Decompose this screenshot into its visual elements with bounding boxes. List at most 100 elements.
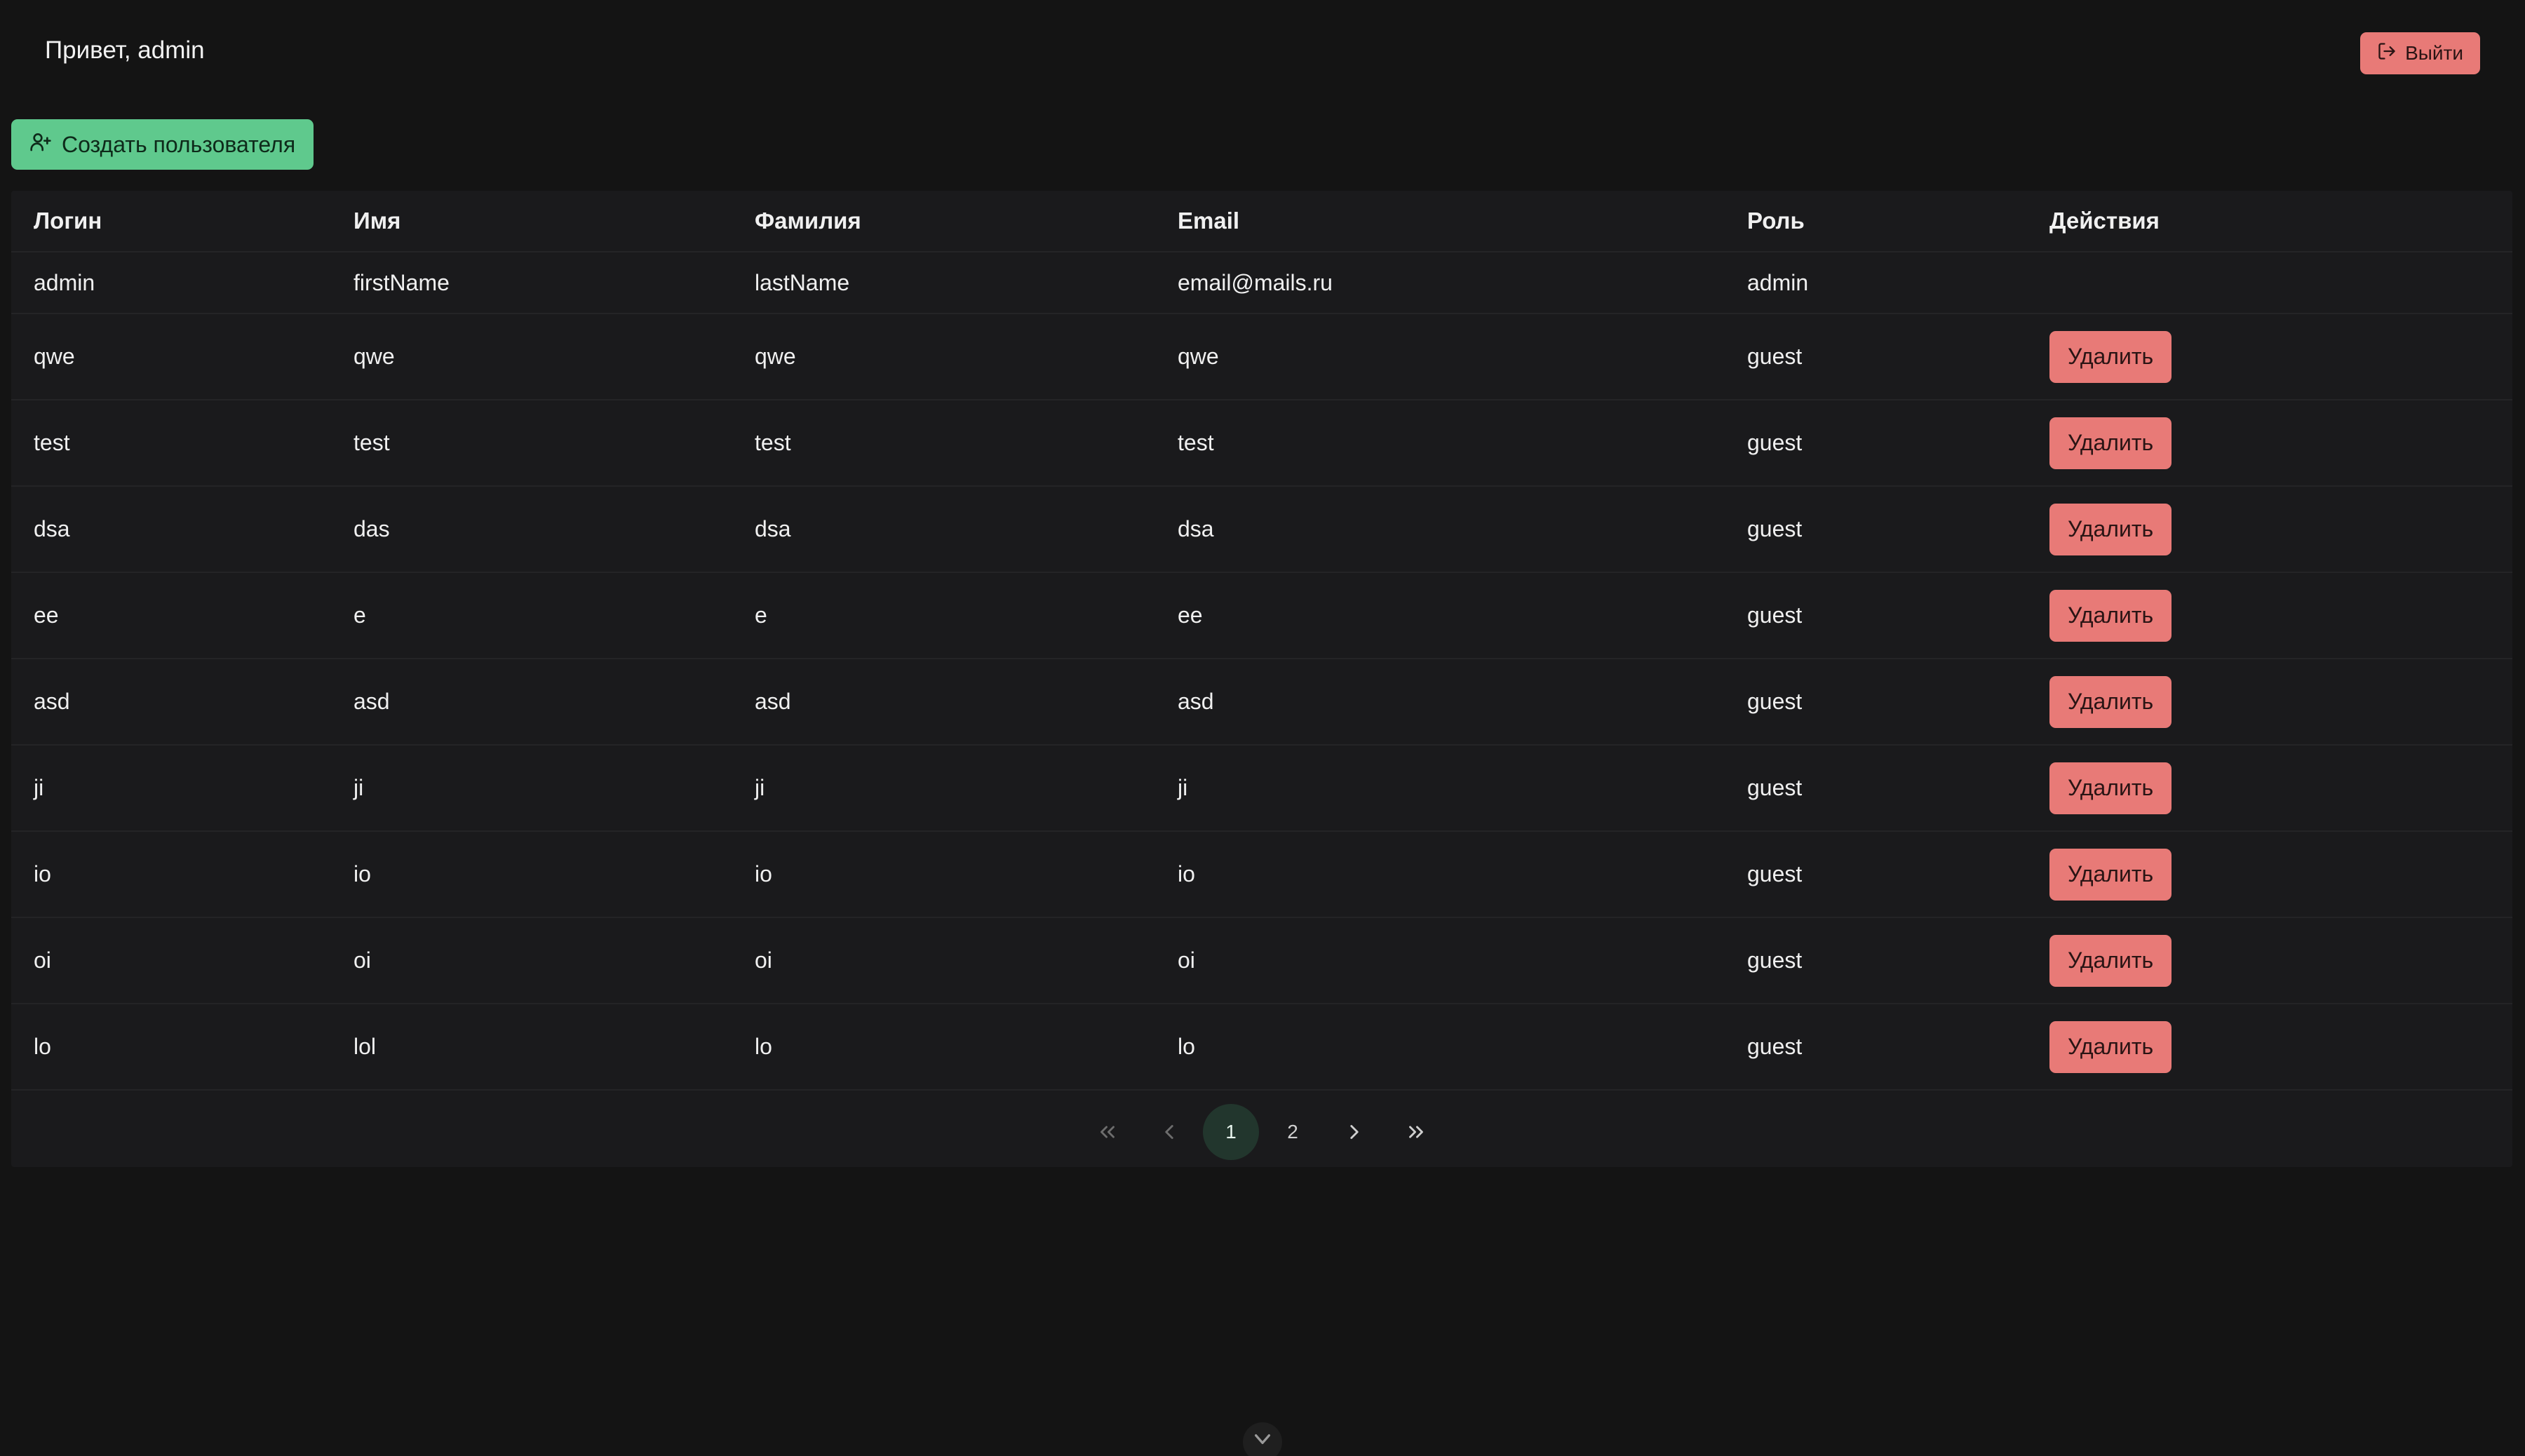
column-header-role: Роль	[1725, 191, 2027, 252]
cell-email: oi	[1155, 917, 1725, 1004]
cell-role: guest	[1725, 831, 2027, 918]
column-header-last-name: Фамилия	[732, 191, 1155, 252]
column-header-login: Логин	[11, 191, 331, 252]
cell-email: test	[1155, 400, 1725, 487]
logout-button[interactable]: Выйти	[2360, 32, 2480, 74]
delete-button[interactable]: Удалить	[2049, 503, 2172, 555]
cell-email: ji	[1155, 745, 1725, 832]
cell-first-name: asd	[331, 659, 732, 746]
cell-login: oi	[11, 917, 331, 1004]
cell-actions: Удалить	[2027, 831, 2512, 918]
delete-button[interactable]: Удалить	[2049, 934, 2172, 987]
cell-actions: Удалить	[2027, 314, 2512, 400]
column-header-actions: Действия	[2027, 191, 2512, 252]
cell-role: guest	[1725, 572, 2027, 659]
cell-login: dsa	[11, 486, 331, 573]
create-user-label: Создать пользователя	[62, 131, 296, 157]
cell-email: qwe	[1155, 314, 1725, 400]
pagination: 1 2	[11, 1100, 2512, 1164]
cell-actions	[2027, 252, 2512, 314]
cell-last-name: qwe	[732, 314, 1155, 400]
cell-role: guest	[1725, 745, 2027, 832]
cell-first-name: io	[331, 831, 732, 918]
cell-first-name: oi	[331, 917, 732, 1004]
cell-last-name: oi	[732, 917, 1155, 1004]
delete-button[interactable]: Удалить	[2049, 417, 2172, 469]
admin-page: Привет, admin Выйти Создать пользователя	[0, 0, 2525, 1456]
cell-first-name: lol	[331, 1004, 732, 1091]
cell-role: guest	[1725, 400, 2027, 487]
cell-actions: Удалить	[2027, 745, 2512, 832]
table-row: asd asd asd asd guest Удалить	[11, 659, 2512, 746]
cell-first-name: ji	[331, 745, 732, 832]
delete-button[interactable]: Удалить	[2049, 675, 2172, 728]
column-header-first-name: Имя	[331, 191, 732, 252]
chevron-left-icon	[1157, 1120, 1181, 1144]
cell-login: test	[11, 400, 331, 487]
delete-button[interactable]: Удалить	[2049, 330, 2172, 383]
users-table-container: Логин Имя Фамилия Email Роль Действия ad…	[11, 191, 2512, 1167]
table-row: dsa das dsa dsa guest Удалить	[11, 486, 2512, 573]
cell-first-name: firstName	[331, 252, 732, 314]
table-row: ee e e ee guest Удалить	[11, 572, 2512, 659]
cell-login: lo	[11, 1004, 331, 1091]
cell-first-name: test	[331, 400, 732, 487]
delete-button[interactable]: Удалить	[2049, 762, 2172, 814]
cell-email: lo	[1155, 1004, 1725, 1091]
cell-role: guest	[1725, 486, 2027, 573]
delete-button[interactable]: Удалить	[2049, 848, 2172, 901]
cell-last-name: dsa	[732, 486, 1155, 573]
cell-email: io	[1155, 831, 1725, 918]
table-row: admin firstName lastName email@mails.ru …	[11, 252, 2512, 314]
chevrons-left-icon	[1096, 1120, 1119, 1144]
create-user-button[interactable]: Создать пользователя	[11, 119, 314, 170]
page-button-1[interactable]: 1	[1203, 1104, 1259, 1160]
cell-login: io	[11, 831, 331, 918]
top-bar: Привет, admin Выйти	[0, 0, 2525, 105]
cell-actions: Удалить	[2027, 400, 2512, 487]
table-row: oi oi oi oi guest Удалить	[11, 917, 2512, 1004]
cell-role: guest	[1725, 314, 2027, 400]
cell-email: email@mails.ru	[1155, 252, 1725, 314]
page-button-2[interactable]: 2	[1265, 1104, 1321, 1160]
scroll-down-button[interactable]	[1243, 1422, 1282, 1456]
cell-email: ee	[1155, 572, 1725, 659]
table-row: io io io io guest Удалить	[11, 831, 2512, 918]
cell-last-name: asd	[732, 659, 1155, 746]
chevron-right-icon	[1342, 1120, 1366, 1144]
cell-login: qwe	[11, 314, 331, 400]
table-row: lo lol lo lo guest Удалить	[11, 1004, 2512, 1091]
cell-last-name: lastName	[732, 252, 1155, 314]
prev-page-button[interactable]	[1141, 1104, 1197, 1160]
cell-first-name: e	[331, 572, 732, 659]
cell-login: ji	[11, 745, 331, 832]
cell-last-name: e	[732, 572, 1155, 659]
delete-button[interactable]: Удалить	[2049, 589, 2172, 642]
cell-role: guest	[1725, 1004, 2027, 1091]
cell-actions: Удалить	[2027, 1004, 2512, 1091]
cell-role: guest	[1725, 917, 2027, 1004]
table-row: qwe qwe qwe qwe guest Удалить	[11, 314, 2512, 400]
cell-actions: Удалить	[2027, 659, 2512, 746]
cell-login: ee	[11, 572, 331, 659]
cell-role: admin	[1725, 252, 2027, 314]
cell-actions: Удалить	[2027, 486, 2512, 573]
cell-email: asd	[1155, 659, 1725, 746]
column-header-email: Email	[1155, 191, 1725, 252]
chevrons-right-icon	[1404, 1120, 1428, 1144]
cell-last-name: io	[732, 831, 1155, 918]
table-header-row: Логин Имя Фамилия Email Роль Действия	[11, 191, 2512, 252]
next-page-button[interactable]	[1326, 1104, 1382, 1160]
table-row: test test test test guest Удалить	[11, 400, 2512, 487]
chevron-down-icon	[1251, 1428, 1274, 1450]
cell-login: admin	[11, 252, 331, 314]
cell-email: dsa	[1155, 486, 1725, 573]
logout-label: Выйти	[2405, 42, 2463, 64]
cell-first-name: qwe	[331, 314, 732, 400]
table-row: ji ji ji ji guest Удалить	[11, 745, 2512, 832]
last-page-button[interactable]	[1388, 1104, 1444, 1160]
first-page-button[interactable]	[1079, 1104, 1136, 1160]
cell-login: asd	[11, 659, 331, 746]
logout-icon	[2377, 41, 2397, 66]
delete-button[interactable]: Удалить	[2049, 1020, 2172, 1073]
